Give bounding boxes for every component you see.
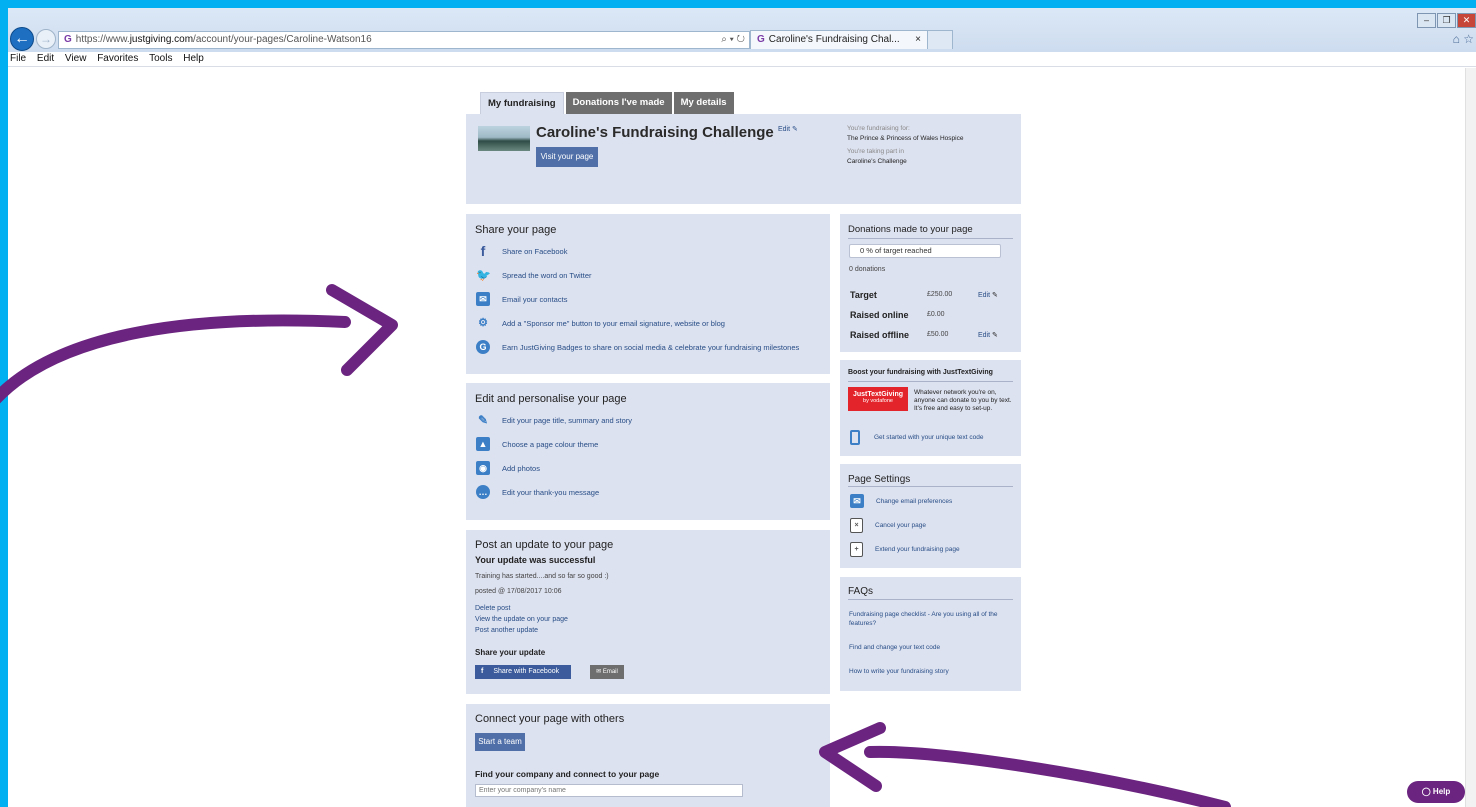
right-arrow-shaft bbox=[864, 745, 1231, 807]
left-arrow-head bbox=[326, 284, 398, 376]
annotation-arrows bbox=[0, 284, 1231, 807]
left-arrow-shaft bbox=[0, 314, 351, 404]
